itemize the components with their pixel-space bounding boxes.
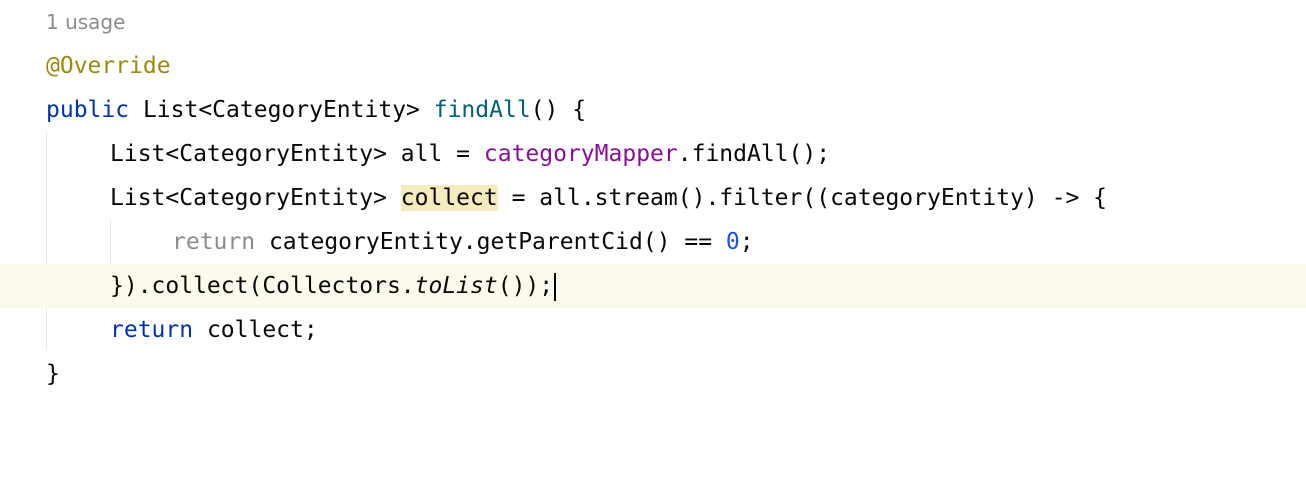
code-line-5[interactable]: return categoryEntity.getParentCid() == … xyxy=(0,220,1306,264)
method-signature-rest: () { xyxy=(530,97,587,123)
code-line-4[interactable]: List<CategoryEntity> collect = all.strea… xyxy=(0,176,1306,220)
code-line-1[interactable]: @Override xyxy=(0,44,1306,88)
code-line-3[interactable]: List<CategoryEntity> all = categoryMappe… xyxy=(0,132,1306,176)
code-line-8[interactable]: } xyxy=(0,352,1306,396)
find-all-call: .findAll(); xyxy=(677,141,831,167)
public-keyword: public xyxy=(46,97,130,123)
stream-filter-call: = all.stream().filter((categoryEntity) -… xyxy=(497,185,1108,211)
highlighted-variable-collect[interactable]: collect xyxy=(400,185,498,211)
return-type: List<CategoryEntity> xyxy=(129,97,434,123)
category-mapper-field: categoryMapper xyxy=(483,141,678,167)
method-name: findAll xyxy=(433,97,531,123)
semicolon: ; xyxy=(739,229,754,255)
return-value: collect; xyxy=(193,317,318,343)
to-list-static-method: toList xyxy=(414,273,498,299)
return-keyword-dimmed: return xyxy=(172,229,256,255)
lambda-body: categoryEntity.getParentCid() == xyxy=(255,229,726,255)
collect-call-end: ()); xyxy=(497,273,554,299)
code-line-6-current[interactable]: }).collect(Collectors.toList()); xyxy=(0,264,1306,308)
return-keyword: return xyxy=(110,317,194,343)
collect-call: }).collect(Collectors. xyxy=(110,273,415,299)
number-literal: 0 xyxy=(725,229,740,255)
code-line-2[interactable]: public List<CategoryEntity> findAll() { xyxy=(0,88,1306,132)
code-line-7[interactable]: return collect; xyxy=(0,308,1306,352)
declaration-all: List<CategoryEntity> all = xyxy=(110,141,484,167)
code-editor[interactable]: 1 usage @Override public List<CategoryEn… xyxy=(0,0,1306,408)
declaration-type: List<CategoryEntity> xyxy=(110,185,401,211)
closing-brace: } xyxy=(46,361,60,387)
text-caret xyxy=(554,272,557,301)
override-annotation: @Override xyxy=(46,53,171,79)
usage-count-hint[interactable]: 1 usage xyxy=(46,8,125,36)
